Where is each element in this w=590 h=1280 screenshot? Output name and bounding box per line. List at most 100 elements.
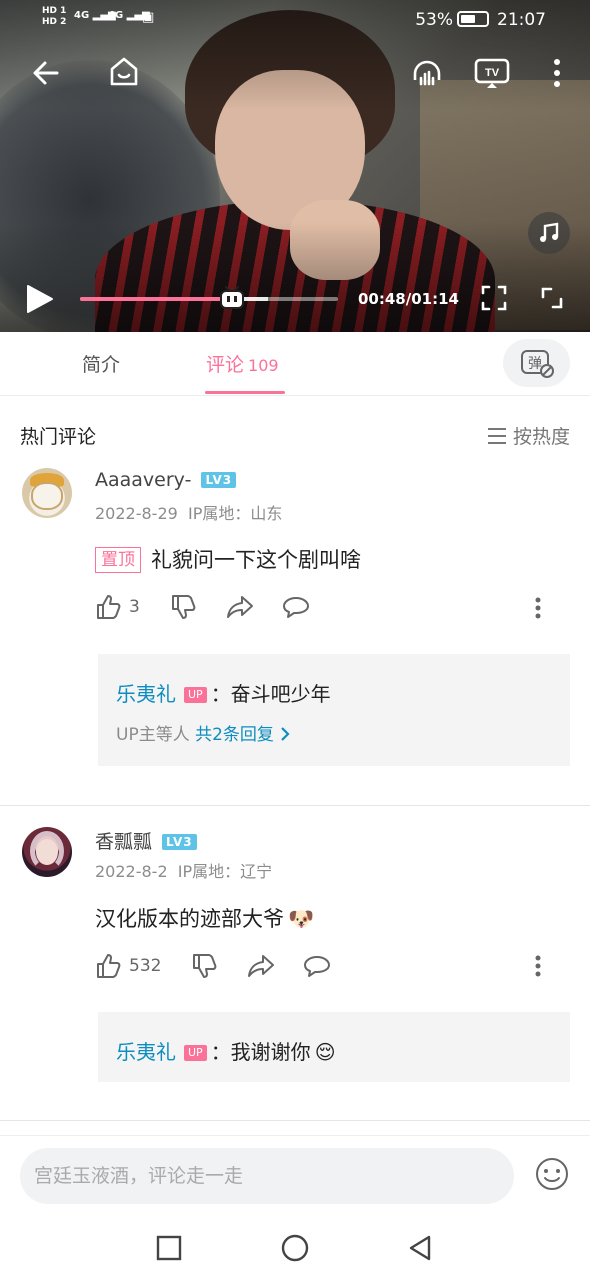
thumbs-down-icon	[171, 595, 196, 619]
comment-meta: 2022-8-29 IP属地：山东	[95, 500, 282, 524]
avatar-dog	[31, 482, 63, 510]
reply-text: ：奋斗吧少年	[210, 682, 331, 706]
avatar[interactable]	[22, 468, 72, 518]
level-badge: LV3	[201, 472, 237, 488]
reply-preview[interactable]: 乐夷礼 UP ：奋斗吧少年 UP主等人 共2条回复	[98, 654, 570, 766]
view-replies-link[interactable]: UP主等人 共2条回复	[116, 720, 291, 745]
share-arrow-icon	[226, 596, 253, 618]
tab-comments-label: 评论	[206, 354, 245, 376]
sort-list-icon	[487, 427, 506, 444]
screen-fit-icon[interactable]	[479, 283, 509, 313]
sort-button[interactable]: 按热度	[487, 422, 570, 449]
share-button[interactable]	[226, 595, 254, 619]
comment-divider	[0, 805, 590, 806]
dislike-button[interactable]	[170, 594, 196, 620]
thumbs-up-icon	[97, 595, 121, 619]
hot-comments-title: 热门评论	[20, 426, 97, 448]
comment-input-bar: 宫廷玉液酒，评论走一走	[0, 1135, 590, 1215]
reply-text: ：我谢谢你	[210, 1040, 311, 1064]
reply-author[interactable]: 乐夷礼	[116, 1040, 176, 1064]
chevron-right-icon	[281, 727, 290, 741]
thumbs-up-icon	[97, 954, 121, 978]
tab-intro[interactable]: 简介	[82, 350, 120, 377]
sim2-label: HD 2	[42, 17, 67, 27]
reply-button[interactable]	[282, 595, 310, 619]
thumbs-down-icon	[193, 954, 217, 978]
comment-divider	[0, 1120, 590, 1121]
share-arrow-icon	[248, 955, 275, 977]
comment-date: 2022-8-2	[95, 862, 168, 881]
tab-bar: 简介 评论 109	[0, 332, 590, 396]
tv-cast-icon[interactable]: TV	[472, 53, 512, 93]
like-button[interactable]: 3	[95, 594, 140, 620]
tab-comments-count: 109	[248, 356, 279, 375]
comment-body: 礼貌问一下这个剧叫啥	[151, 548, 361, 572]
battery-percent: 53%	[415, 10, 453, 30]
reply-preview[interactable]: 乐夷礼 UP ：我谢谢你 😌	[98, 1012, 570, 1082]
comment-actions: 3	[95, 594, 310, 620]
doge-emoji-icon: 🐶	[288, 907, 315, 931]
up-badge: UP	[184, 1045, 207, 1061]
home-icon[interactable]	[105, 53, 143, 91]
back-arrow-icon[interactable]	[28, 55, 64, 91]
tab-active-indicator	[205, 391, 285, 394]
comment-meta: 2022-8-2 IP属地：辽宁	[95, 858, 272, 882]
comment-date: 2022-8-29	[95, 504, 178, 523]
level-badge: LV3	[162, 834, 197, 850]
reply-line: 乐夷礼 UP ：奋斗吧少年	[116, 678, 331, 707]
reply-author[interactable]: 乐夷礼	[116, 682, 176, 706]
danmaku-toggle-button[interactable]: 弹	[503, 339, 570, 387]
headphones-icon[interactable]	[407, 53, 447, 93]
chat-bubble-icon	[304, 956, 331, 977]
progress-played	[80, 297, 233, 301]
more-vertical-icon[interactable]	[544, 53, 570, 93]
progress-bar[interactable]	[80, 286, 338, 309]
like-button[interactable]: 532	[95, 953, 161, 979]
video-bottom-shade	[0, 222, 590, 332]
svg-text:TV: TV	[485, 67, 500, 79]
danmaku-off-icon: 弹	[520, 350, 554, 378]
sim-indicators: HD 1 HD 2	[42, 6, 66, 28]
avatar[interactable]	[22, 827, 72, 877]
replies-count-link[interactable]: 共2条回复	[195, 725, 274, 745]
comment-ip: IP属地：山东	[187, 504, 283, 523]
up-badge: UP	[184, 687, 207, 703]
play-icon[interactable]	[22, 282, 56, 316]
replies-prefix: UP主等人	[116, 725, 190, 745]
emoji-face-icon	[536, 1158, 568, 1190]
dislike-button[interactable]	[191, 953, 217, 979]
back-triangle-icon[interactable]	[403, 1231, 437, 1265]
sort-label: 按热度	[512, 426, 570, 448]
time-display: 00:48/01:14	[358, 290, 459, 308]
username-text: Aaaavery-	[95, 469, 192, 491]
like-count: 3	[129, 597, 140, 617]
clock: 21:07	[497, 10, 546, 30]
comment-body: 汉化版本的迹部大爷	[95, 907, 284, 931]
share-button[interactable]	[247, 954, 275, 978]
comment-username[interactable]: Aaaavery- LV3	[95, 469, 237, 491]
home-circle-icon[interactable]	[278, 1231, 312, 1265]
recents-square-icon[interactable]	[152, 1231, 186, 1265]
comment-more-icon[interactable]	[528, 593, 548, 623]
comment-actions: 532	[95, 953, 331, 979]
fullscreen-icon[interactable]	[537, 283, 567, 313]
status-bar: HD 1 HD 2 4G ▂▄▆ 4G ▂▄▆ ▣ 53% 21:07	[0, 0, 590, 40]
comment-username[interactable]: 香瓢瓢 LV3	[95, 827, 197, 854]
bilibili-status-icon: ▣	[142, 10, 155, 25]
chat-bubble-icon	[282, 597, 309, 618]
music-note-icon[interactable]	[528, 212, 570, 254]
like-count: 532	[129, 956, 162, 976]
sim1-label: HD 1	[42, 6, 67, 16]
status-right: 53% 21:07	[415, 10, 546, 30]
comment-text: 置顶 礼貌问一下这个剧叫啥	[95, 544, 361, 574]
comment-more-icon[interactable]	[528, 951, 548, 981]
progress-thumb-icon[interactable]	[219, 286, 245, 310]
comment-text: 汉化版本的迹部大爷 🐶	[95, 903, 314, 933]
reply-button[interactable]	[303, 954, 331, 978]
comment-input[interactable]: 宫廷玉液酒，评论走一走	[20, 1148, 514, 1204]
emoji-button[interactable]	[534, 1156, 570, 1192]
tab-comments[interactable]: 评论 109	[206, 350, 279, 377]
comment-ip: IP属地：辽宁	[177, 862, 273, 881]
svg-text:弹: 弹	[528, 356, 542, 372]
pinned-badge: 置顶	[95, 547, 141, 573]
